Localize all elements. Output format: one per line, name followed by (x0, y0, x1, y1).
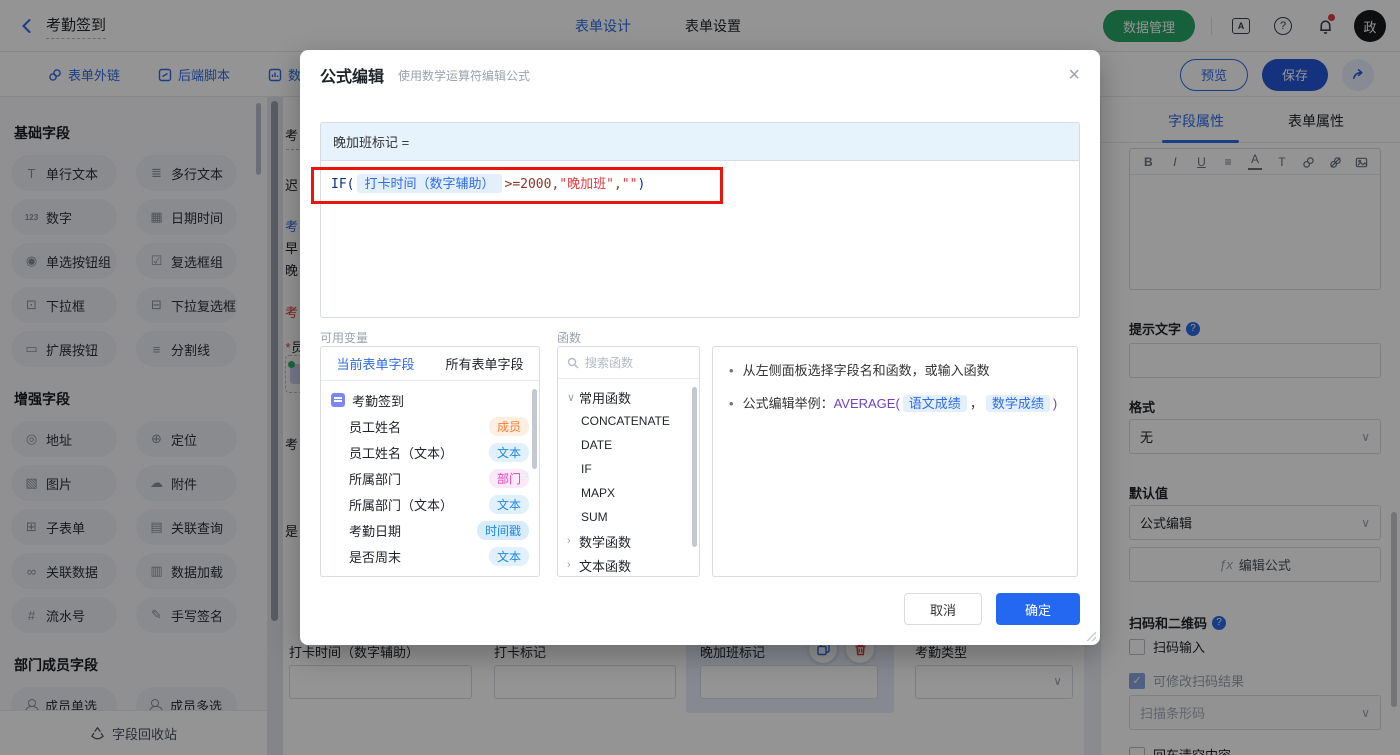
functions-label: 函数 (557, 331, 582, 345)
resize-handle[interactable] (1085, 630, 1096, 641)
variables-scrollbar[interactable] (532, 389, 537, 469)
modal-subtitle: 使用数学运算符编辑公式 (398, 68, 531, 83)
variable-row[interactable]: 员工姓名 成员 (321, 413, 539, 439)
type-badge: 部门 (488, 468, 529, 488)
hints-panel: • 从左侧面板选择字段名和函数，或输入函数 • 公式编辑举例：AVERAGE(语文… (712, 346, 1078, 577)
tab-current-form-fields[interactable]: 当前表单字段 (321, 347, 430, 380)
formula-editor: 晚加班标记 = IF(打卡时间（数字辅助） >=2000,"晚加班","") (320, 122, 1080, 318)
search-icon (567, 357, 579, 368)
formula-target: 晚加班标记 = (321, 123, 1079, 161)
variable-row[interactable]: 员工姓名（文本） 文本 (321, 439, 539, 465)
functions-scrollbar[interactable] (692, 387, 697, 547)
function-group-common[interactable]: ∨ 常用函数 (558, 385, 699, 409)
modal-title: 公式编辑 (320, 69, 385, 86)
hint-line-2: 公式编辑举例：AVERAGE(语文成绩，数学成绩) (742, 395, 1058, 412)
variables-label: 可用变量 (320, 331, 369, 345)
function-group-text[interactable]: › 文本函数 (558, 553, 699, 576)
type-badge: 时间戳 (476, 520, 529, 540)
variable-row[interactable]: 所属部门（文本） 文本 (321, 491, 539, 517)
cancel-button[interactable]: 取消 (904, 593, 982, 625)
variable-row[interactable]: 所属部门 部门 (321, 465, 539, 491)
function-item[interactable]: IF (558, 457, 699, 481)
type-badge: 成员 (488, 416, 529, 436)
function-item[interactable]: DATE (558, 433, 699, 457)
variables-panel: 当前表单字段 所有表单字段 考勤签到 员工姓名 成员 员工姓名（文本） 文本 所属部… (320, 346, 540, 577)
type-badge: 文本 (488, 442, 529, 462)
type-badge: 文本 (488, 494, 529, 514)
chevron-right-icon: › (567, 535, 571, 547)
variable-row[interactable]: 是否周末 文本 (321, 543, 539, 569)
formula-edit-modal: 公式编辑 使用数学运算符编辑公式 × 晚加班标记 = IF(打卡时间（数字辅助）… (300, 50, 1100, 645)
average-function-text: AVERAGE( (833, 396, 900, 411)
close-icon[interactable]: × (1068, 65, 1080, 85)
annotation-highlight-box (311, 167, 723, 204)
function-item[interactable]: MAPX (558, 481, 699, 505)
type-badge: 文本 (488, 546, 529, 566)
form-doc-icon (331, 393, 345, 407)
example-field-chip: 数学成绩 (985, 395, 1050, 412)
function-search (558, 347, 699, 379)
variables-form-node[interactable]: 考勤签到 (321, 387, 539, 413)
tab-all-form-fields[interactable]: 所有表单字段 (430, 347, 539, 380)
variable-row[interactable]: 考勤日期 时间戳 (321, 517, 539, 543)
function-item[interactable]: SUM (558, 505, 699, 529)
functions-panel: ∨常用函数 CONCATENATE DATE IF MAPX SUM ›数学函数… (557, 346, 700, 577)
chevron-down-icon: ∨ (567, 391, 576, 404)
bullet: • (729, 396, 734, 411)
example-field-chip: 语文成绩 (902, 395, 967, 412)
chevron-right-icon: › (567, 559, 571, 571)
confirm-button[interactable]: 确定 (996, 593, 1080, 625)
hint-line-1: 从左侧面板选择字段名和函数，或输入函数 (742, 363, 990, 378)
bullet: • (729, 363, 734, 378)
function-group-math[interactable]: › 数学函数 (558, 529, 699, 553)
function-search-input[interactable] (585, 355, 675, 370)
function-item[interactable]: CONCATENATE (558, 409, 699, 433)
